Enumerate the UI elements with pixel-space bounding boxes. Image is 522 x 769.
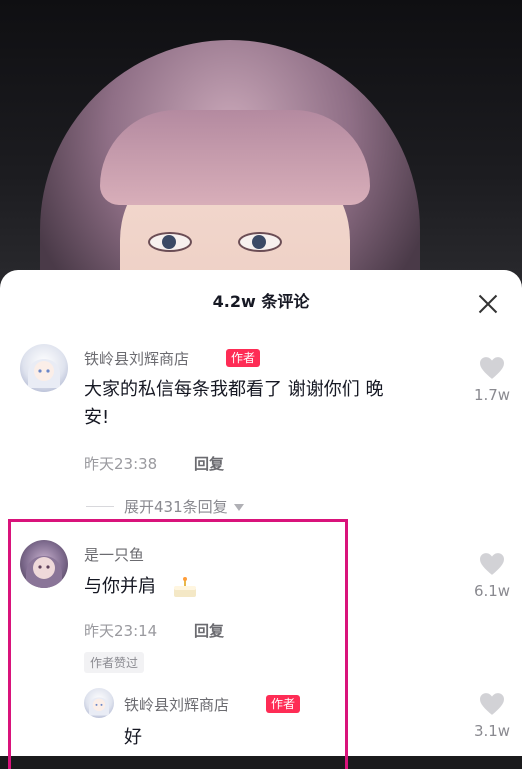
like-count: 1.7w bbox=[473, 386, 511, 404]
reply-button[interactable]: 回复 bbox=[194, 620, 224, 641]
comment-text: 与你并肩 bbox=[84, 576, 156, 597]
close-icon[interactable] bbox=[476, 292, 500, 316]
heart-icon[interactable] bbox=[478, 552, 506, 576]
left-eye-graphic bbox=[148, 232, 192, 252]
comment-username[interactable]: 是一只鱼 bbox=[84, 544, 144, 565]
comments-sheet: 4.2w 条评论 铁岭县刘辉商店 作者 大家的私信每条我都看了 谢谢你们 晚 安… bbox=[0, 270, 522, 769]
divider bbox=[86, 506, 114, 507]
cake-icon bbox=[174, 577, 196, 597]
bangs-graphic bbox=[100, 110, 370, 205]
avatar[interactable] bbox=[20, 344, 68, 392]
comment-timestamp: 昨天23:14 bbox=[84, 622, 158, 640]
right-eye-graphic bbox=[238, 232, 282, 252]
comment-timestamp: 昨天23:38 bbox=[84, 455, 158, 473]
author-badge: 作者 bbox=[266, 695, 301, 713]
comment-text: 大家的私信每条我都看了 谢谢你们 晚 安! bbox=[84, 376, 383, 432]
heart-icon[interactable] bbox=[478, 356, 506, 380]
video-background bbox=[0, 0, 522, 290]
expand-replies-label: 展开431条回复 bbox=[124, 498, 228, 516]
chevron-down-icon bbox=[233, 504, 244, 511]
reply-text: 好 bbox=[124, 727, 142, 748]
reply-button[interactable]: 回复 bbox=[194, 453, 224, 474]
like-count: 6.1w bbox=[473, 582, 511, 600]
comment-text-line: 大家的私信每条我都看了 谢谢你们 晚 bbox=[84, 379, 384, 400]
like-count: 3.1w bbox=[473, 722, 511, 740]
author-liked-badge: 作者赞过 bbox=[84, 652, 145, 673]
author-badge: 作者 bbox=[226, 349, 261, 367]
comment-username[interactable]: 铁岭县刘辉商店 bbox=[84, 348, 189, 369]
expand-replies-button[interactable]: 展开431条回复 bbox=[124, 496, 244, 517]
reply-username[interactable]: 铁岭县刘辉商店 bbox=[124, 694, 229, 715]
avatar[interactable] bbox=[84, 688, 114, 718]
heart-icon[interactable] bbox=[478, 692, 506, 716]
comment-text-line: 安! bbox=[84, 407, 110, 428]
avatar[interactable] bbox=[20, 540, 68, 588]
comments-count-title: 4.2w 条评论 bbox=[212, 292, 310, 311]
